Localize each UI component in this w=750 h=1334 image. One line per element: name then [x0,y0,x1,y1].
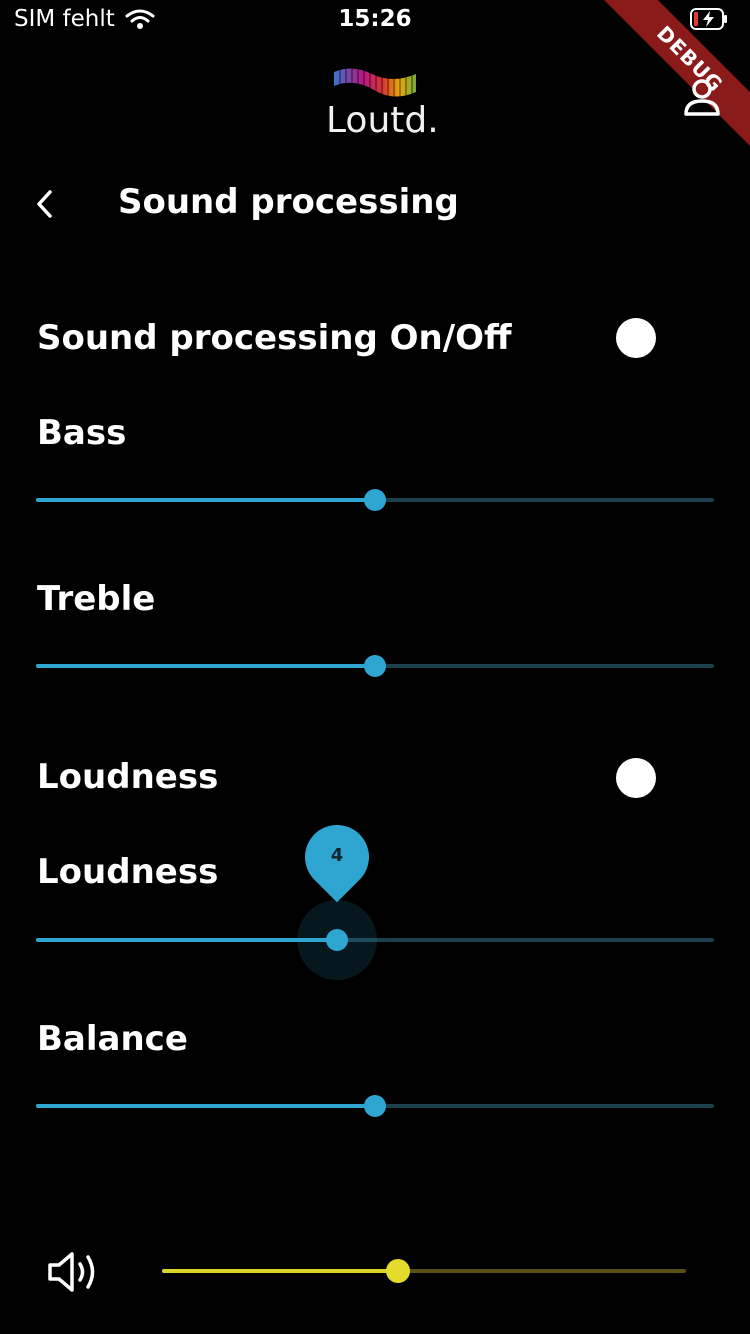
volume-thumb[interactable] [385,1259,410,1283]
treble-label: Treble [37,579,156,619]
user-profile-icon[interactable] [682,78,722,118]
slider-track-fill [36,1104,375,1108]
processing-toggle[interactable] [616,318,656,358]
page-title: Sound processing [118,182,459,222]
processing-toggle-label: Sound processing On/Off [37,318,512,358]
logo-wave-mark [334,64,416,100]
loudness-label: Loudness [37,852,219,892]
battery-charging-icon [690,8,727,30]
bass-label: Bass [37,413,127,453]
slider-thumb[interactable] [364,1095,386,1117]
value-indicator-text: 4 [330,845,344,866]
slider-thumb[interactable] [326,929,349,951]
back-chevron-icon[interactable] [32,188,58,220]
app-logo: Loutd. [326,62,439,142]
slider-track-fill [36,938,338,942]
loudness-toggle[interactable] [616,758,656,798]
slider-track-fill [36,664,375,668]
loudness-toggle-label: Loudness [37,757,219,797]
volume-speaker-icon[interactable] [46,1248,102,1296]
volume-slider[interactable] [162,1256,686,1286]
loudness-slider[interactable]: 4 [36,811,714,980]
balance-slider[interactable] [36,1091,714,1121]
bass-slider[interactable] [36,485,714,515]
logo-text: Loutd. [326,100,439,141]
slider-thumb[interactable] [364,489,386,511]
treble-slider[interactable] [36,651,714,681]
volume-track-fill [162,1269,398,1273]
balance-label: Balance [37,1019,188,1059]
slider-thumb[interactable] [364,655,386,677]
slider-track-fill [36,498,375,502]
